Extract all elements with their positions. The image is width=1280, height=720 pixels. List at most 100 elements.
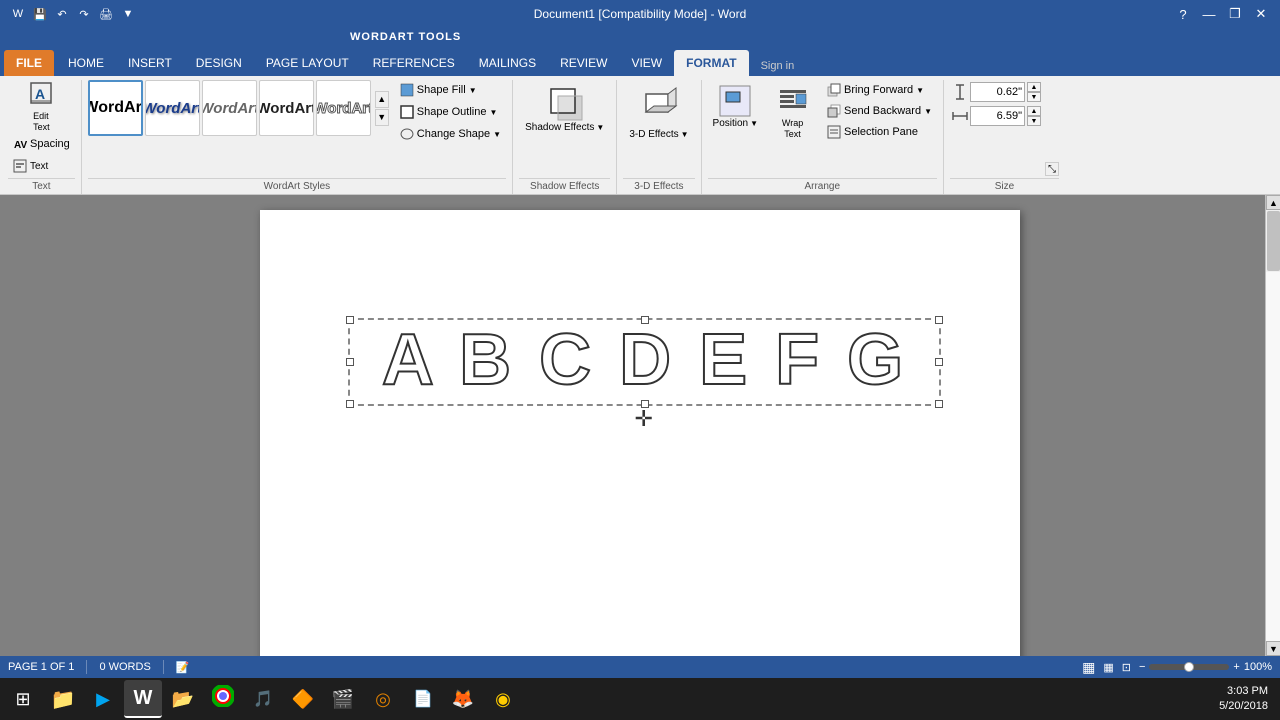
width-spin-up[interactable]: ▲ bbox=[1027, 106, 1041, 116]
chrome-btn[interactable] bbox=[204, 680, 242, 718]
text-direction-btn[interactable]: Text bbox=[8, 156, 75, 176]
vertical-scrollbar[interactable]: ▲ ▼ bbox=[1265, 195, 1280, 656]
ribbon-group-size: 0.62" ▲ ▼ 6.59" ▲ ▼ bbox=[944, 80, 1065, 194]
position-arrow[interactable]: ▼ bbox=[750, 119, 758, 128]
zoom-out-btn[interactable]: − bbox=[1139, 661, 1145, 673]
tab-mailings[interactable]: MAILINGS bbox=[467, 50, 548, 76]
restore-btn[interactable]: ❐ bbox=[1224, 3, 1246, 25]
wordart-scroll-down[interactable]: ▼ bbox=[375, 109, 389, 126]
zoom-slider[interactable] bbox=[1149, 664, 1229, 670]
wordart-selection-box[interactable]: A B C D E F G ✛ bbox=[348, 318, 941, 406]
pdf-btn[interactable]: 📄 bbox=[404, 680, 442, 718]
handle-top-center[interactable] bbox=[641, 316, 649, 324]
tab-page-layout[interactable]: PAGE LAYOUT bbox=[254, 50, 361, 76]
width-spin-down[interactable]: ▼ bbox=[1027, 116, 1041, 126]
svg-text:AV: AV bbox=[14, 140, 27, 151]
file-explorer-btn[interactable]: 📁 bbox=[44, 680, 82, 718]
wordart-style-3[interactable]: WordArt bbox=[202, 80, 257, 136]
spacing-btn[interactable]: AV Spacing bbox=[8, 134, 75, 154]
tab-design[interactable]: DESIGN bbox=[184, 50, 254, 76]
media-player-btn[interactable]: ▶ bbox=[84, 680, 122, 718]
handle-top-right[interactable] bbox=[935, 316, 943, 324]
3d-effects-arrow[interactable]: ▼ bbox=[681, 130, 689, 139]
focus-icon[interactable]: ⊡ bbox=[1122, 661, 1131, 674]
position-btn[interactable]: Position ▼ bbox=[708, 80, 764, 133]
video-btn[interactable]: 🎬 bbox=[324, 680, 362, 718]
wordart-style-4[interactable]: WordArt bbox=[259, 80, 314, 136]
browser2-btn[interactable]: ◎ bbox=[364, 680, 402, 718]
winamp-btn[interactable]: 🎵 bbox=[244, 680, 282, 718]
tab-references[interactable]: REFERENCES bbox=[361, 50, 467, 76]
layout-icon-2[interactable]: ▦ bbox=[1103, 661, 1113, 674]
change-shape-btn[interactable]: Change Shape ▼ bbox=[395, 124, 506, 144]
send-backward-btn[interactable]: Send Backward ▼ bbox=[822, 101, 937, 121]
shadow-effects-arrow[interactable]: ▼ bbox=[596, 123, 604, 132]
handle-top-left[interactable] bbox=[346, 316, 354, 324]
ribbon: A EditText AV Spacing Text bbox=[0, 76, 1280, 195]
status-sep-2 bbox=[163, 660, 164, 674]
wordart-style-scroll: ▲ ▼ bbox=[375, 91, 389, 126]
send-backward-arrow[interactable]: ▼ bbox=[924, 107, 932, 116]
height-spin-up[interactable]: ▲ bbox=[1027, 82, 1041, 92]
height-spin-down[interactable]: ▼ bbox=[1027, 92, 1041, 102]
pdf-icon: 📄 bbox=[413, 689, 433, 709]
3d-label-row: 3-D Effects ▼ bbox=[629, 129, 688, 140]
size-expand-btn[interactable]: ⤡ bbox=[1045, 162, 1059, 176]
zoom-in-btn[interactable]: + bbox=[1233, 661, 1239, 673]
undo-quick-btn[interactable]: ↶ bbox=[52, 4, 72, 24]
3d-effects-btn[interactable]: 3-D Effects ▼ bbox=[623, 80, 694, 144]
scroll-down-btn[interactable]: ▼ bbox=[1266, 641, 1280, 656]
document-area[interactable]: A B C D E F G ✛ ▲ ▼ bbox=[0, 195, 1280, 656]
tab-format[interactable]: FORMAT bbox=[674, 50, 748, 76]
save-quick-btn[interactable]: 💾 bbox=[30, 4, 50, 24]
wordart-style-1[interactable]: WordArt bbox=[88, 80, 143, 136]
selection-pane-btn[interactable]: Selection Pane bbox=[822, 122, 937, 142]
shape-outline-btn[interactable]: Shape Outline ▼ bbox=[395, 102, 506, 122]
tab-insert[interactable]: INSERT bbox=[116, 50, 184, 76]
layout-icon[interactable]: ▦ bbox=[1082, 659, 1095, 676]
tab-view[interactable]: VIEW bbox=[619, 50, 674, 76]
customize-quick-btn[interactable]: ▼ bbox=[118, 4, 138, 24]
handle-mid-right[interactable] bbox=[935, 358, 943, 366]
help-btn[interactable]: ? bbox=[1172, 3, 1194, 25]
3d-group-label: 3-D Effects bbox=[623, 178, 694, 194]
shape-fill-arrow[interactable]: ▼ bbox=[469, 86, 477, 95]
change-shape-arrow[interactable]: ▼ bbox=[493, 130, 501, 139]
text-group-label: Text bbox=[8, 178, 75, 194]
last-app-btn[interactable]: ◉ bbox=[484, 680, 522, 718]
handle-bottom-right[interactable] bbox=[935, 400, 943, 408]
vlc-btn[interactable]: 🔶 bbox=[284, 680, 322, 718]
shadow-effects-btn[interactable]: Shadow Effects ▼ bbox=[519, 80, 610, 137]
tab-home[interactable]: HOME bbox=[56, 50, 116, 76]
word-btn[interactable]: W bbox=[124, 680, 162, 718]
handle-mid-left[interactable] bbox=[346, 358, 354, 366]
shape-fill-btn[interactable]: Shape Fill ▼ bbox=[395, 80, 506, 100]
handle-bottom-left[interactable] bbox=[346, 400, 354, 408]
width-input[interactable]: 6.59" bbox=[970, 106, 1025, 126]
print-quick-btn[interactable]: 🖨 bbox=[96, 4, 116, 24]
browser2-icon: ◎ bbox=[375, 689, 391, 710]
firefox-btn[interactable]: 🦊 bbox=[444, 680, 482, 718]
proofing-icon[interactable]: 📝 bbox=[176, 661, 190, 674]
wrap-text-btn[interactable]: WrapText bbox=[765, 80, 820, 144]
wordart-scroll-up[interactable]: ▲ bbox=[375, 91, 389, 108]
wordart-style-5[interactable]: WordArt bbox=[316, 80, 371, 136]
bring-forward-arrow[interactable]: ▼ bbox=[916, 86, 924, 95]
minimize-btn[interactable]: — bbox=[1198, 3, 1220, 25]
scroll-thumb[interactable] bbox=[1267, 211, 1280, 271]
folder-btn[interactable]: 📂 bbox=[164, 680, 202, 718]
zoom-level: 100% bbox=[1244, 661, 1272, 673]
zoom-thumb[interactable] bbox=[1184, 662, 1194, 672]
height-input[interactable]: 0.62" bbox=[970, 82, 1025, 102]
shape-outline-arrow[interactable]: ▼ bbox=[489, 108, 497, 117]
edit-text-btn[interactable]: A EditText bbox=[8, 80, 75, 132]
scroll-up-btn[interactable]: ▲ bbox=[1266, 195, 1280, 210]
tab-file[interactable]: FILE bbox=[4, 50, 54, 76]
close-btn[interactable]: ✕ bbox=[1250, 3, 1272, 25]
bring-forward-btn[interactable]: Bring Forward ▼ bbox=[822, 80, 937, 100]
start-btn[interactable]: ⊞ bbox=[4, 680, 42, 718]
redo-quick-btn[interactable]: ↷ bbox=[74, 4, 94, 24]
tab-review[interactable]: REVIEW bbox=[548, 50, 619, 76]
wordart-style-2[interactable]: WordArt bbox=[145, 80, 200, 136]
sign-in-link[interactable]: Sign in bbox=[749, 56, 1276, 76]
